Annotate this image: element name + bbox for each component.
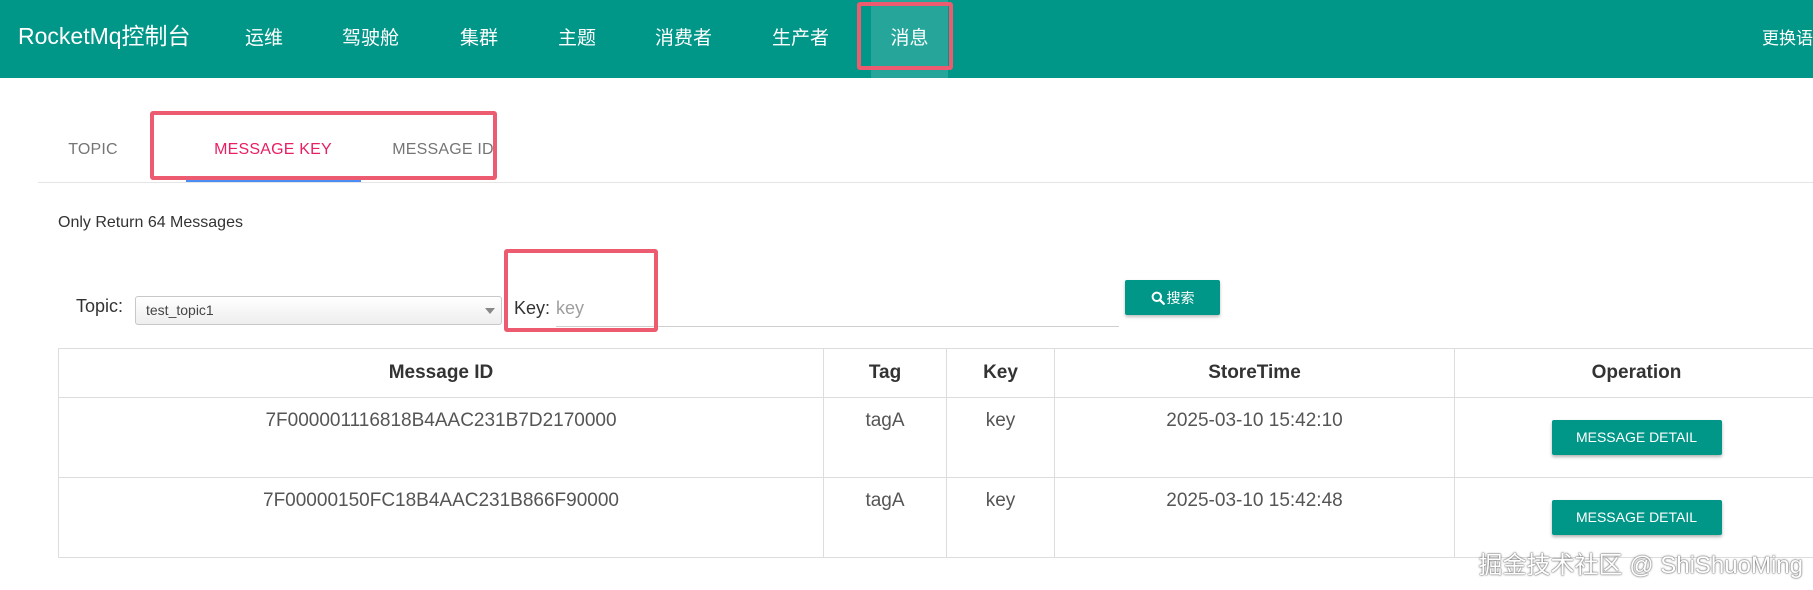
nav-item-consumer[interactable]: 消费者 (655, 0, 712, 78)
nav-item-dashboard[interactable]: 驾驶舱 (342, 0, 399, 78)
table-header-row: Message ID Tag Key StoreTime Operation (58, 348, 1813, 398)
tab-message-key[interactable]: MESSAGE KEY (178, 118, 368, 182)
message-detail-button[interactable]: MESSAGE DETAIL (1551, 420, 1722, 455)
topic-select-value: test_topic1 (146, 302, 214, 318)
active-tab-indicator (186, 179, 361, 182)
cell-key: key (946, 397, 1055, 478)
nav-item-cluster[interactable]: 集群 (460, 0, 498, 78)
nav-item-topic[interactable]: 主题 (558, 0, 596, 78)
table-row: 7F000001116818B4AAC231B7D2170000 tagA ke… (58, 397, 1813, 478)
cell-tag: tagA (823, 397, 947, 478)
brand-title[interactable]: RocketMq控制台 (18, 21, 191, 51)
message-table: Message ID Tag Key StoreTime Operation 7… (58, 348, 1813, 558)
topic-select[interactable]: test_topic1 (135, 296, 502, 325)
key-label: Key: (514, 298, 551, 318)
cell-operation: MESSAGE DETAIL (1454, 397, 1813, 478)
chevron-down-icon (485, 308, 495, 314)
topic-label: Topic: (76, 296, 124, 316)
tab-topic[interactable]: TOPIC (38, 118, 148, 182)
result-limit-notice: Only Return 64 Messages (58, 214, 243, 231)
cell-tag: tagA (823, 477, 947, 558)
key-input[interactable] (556, 290, 1119, 327)
query-tabs: TOPIC MESSAGE KEY MESSAGE ID (38, 118, 1813, 183)
cell-store-time: 2025-03-10 15:42:10 (1054, 397, 1455, 478)
col-header-operation: Operation (1454, 348, 1813, 398)
col-header-key: Key (946, 348, 1055, 398)
col-header-store-time: StoreTime (1054, 348, 1455, 398)
search-button[interactable]: 搜索 (1125, 280, 1220, 315)
cell-message-id: 7F00000150FC18B4AAC231B866F90000 (58, 477, 824, 558)
watermark: 掘金技术社区 @ ShiShuoMing (1478, 552, 1803, 579)
cell-message-id: 7F000001116818B4AAC231B7D2170000 (58, 397, 824, 478)
cell-store-time: 2025-03-10 15:42:48 (1054, 477, 1455, 558)
col-header-message-id: Message ID (58, 348, 824, 398)
change-language-link[interactable]: 更换语 (1762, 24, 1813, 49)
tab-message-id[interactable]: MESSAGE ID (358, 118, 528, 182)
message-detail-button[interactable]: MESSAGE DETAIL (1551, 500, 1722, 535)
nav-item-producer[interactable]: 生产者 (772, 0, 829, 78)
nav-item-ops[interactable]: 运维 (245, 0, 283, 78)
cell-key: key (946, 477, 1055, 558)
search-button-label: 搜索 (1166, 289, 1195, 306)
nav-item-message[interactable]: 消息 (871, 0, 948, 78)
search-icon (1151, 291, 1165, 305)
col-header-tag: Tag (823, 348, 947, 398)
top-navbar: RocketMq控制台 运维 驾驶舱 集群 主题 消费者 生产者 消息 更换语 (0, 0, 1813, 78)
